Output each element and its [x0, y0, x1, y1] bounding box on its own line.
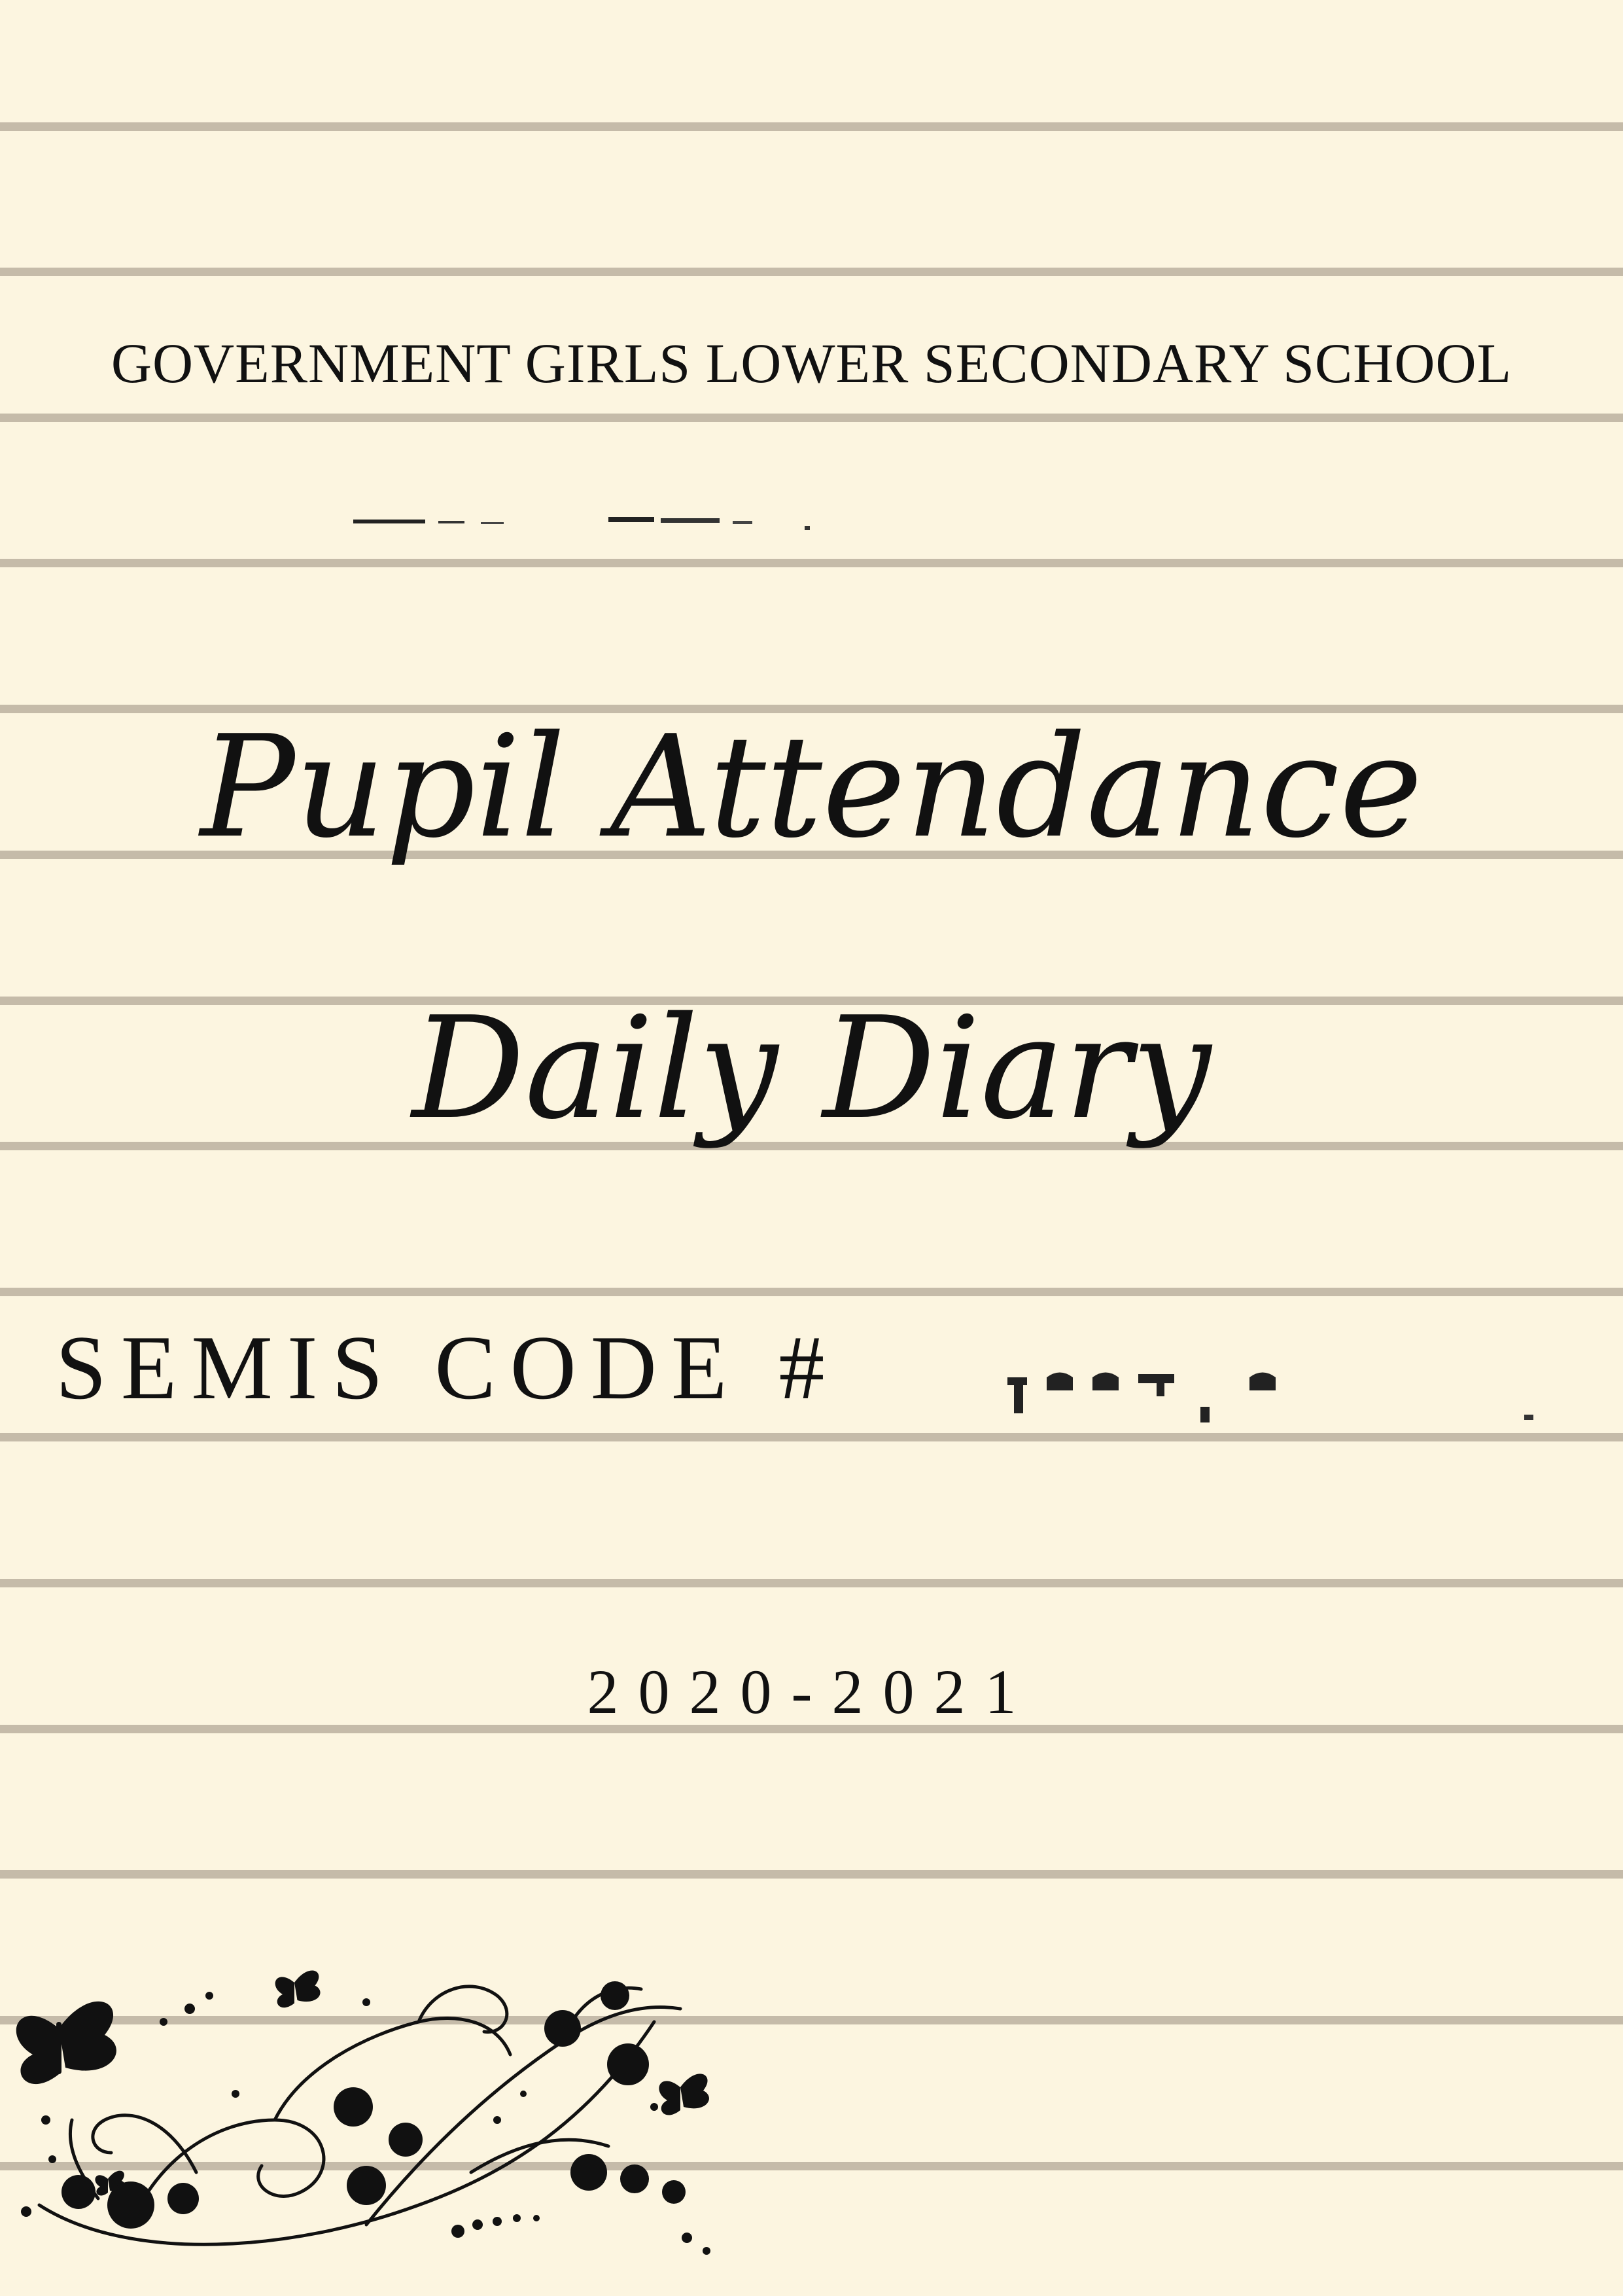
- ruled-line: [0, 559, 1623, 567]
- ruled-line: [0, 1288, 1623, 1296]
- academic-year: 2020-2021: [587, 1657, 1036, 1727]
- redacted-text-remnant: [353, 517, 810, 530]
- semis-code-label: SEMIS CODE #: [56, 1317, 839, 1419]
- ruled-line: [0, 268, 1623, 276]
- floral-vine-with-butterflies-icon: [16, 1970, 710, 2255]
- title-line-1: Pupil Attendance: [200, 705, 1423, 869]
- ruled-line: [0, 1579, 1623, 1587]
- ruled-line: [0, 1870, 1623, 1879]
- school-name: GOVERNMENT GIRLS LOWER SECONDARY SCHOOL: [111, 332, 1512, 395]
- ruled-line: [0, 122, 1623, 131]
- ruled-line: [0, 414, 1623, 422]
- redacted-semis-code: [1007, 1372, 1533, 1422]
- title-line-2: Daily Diary: [411, 986, 1212, 1150]
